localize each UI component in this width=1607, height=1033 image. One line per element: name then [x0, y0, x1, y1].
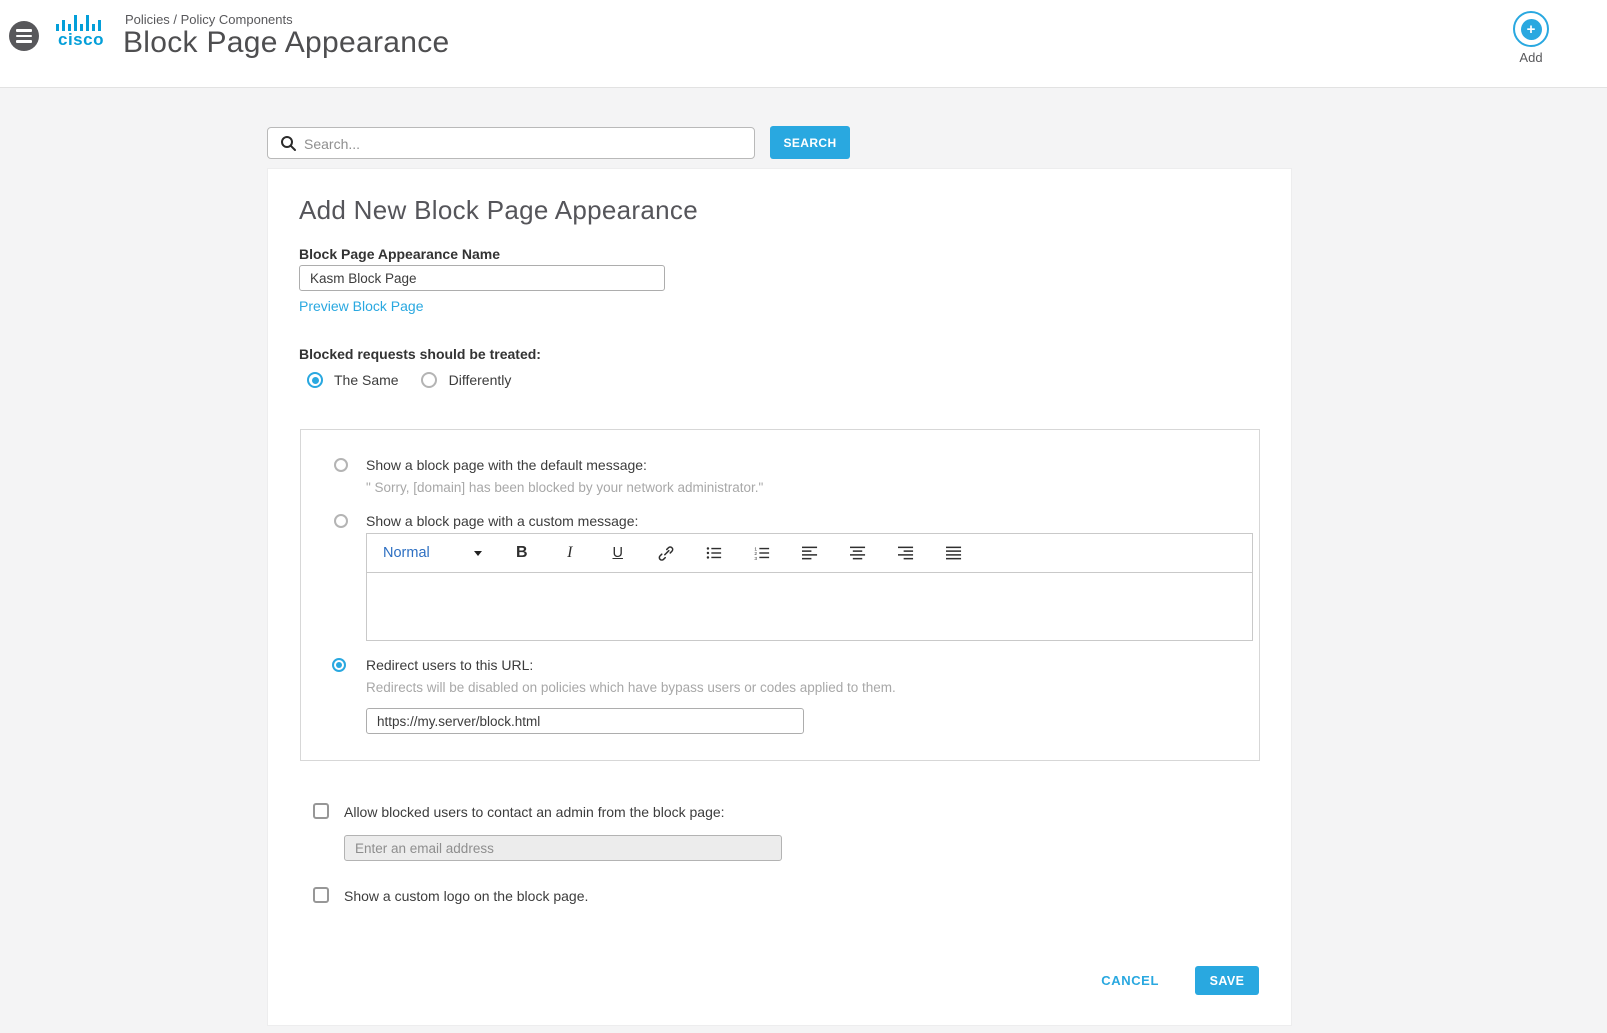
cisco-logo: cisco: [52, 15, 110, 47]
save-button[interactable]: SAVE: [1195, 966, 1259, 995]
cisco-logo-bars-icon: [52, 15, 106, 31]
block-page-name-input[interactable]: [299, 265, 665, 291]
redirect-url-subtext: Redirects will be disabled on policies w…: [366, 680, 896, 695]
search-icon: [280, 135, 297, 152]
search-input[interactable]: [302, 128, 746, 160]
align-left-icon: [802, 545, 818, 561]
custom-message-label[interactable]: Show a block page with a custom message:: [366, 513, 638, 529]
paragraph-style-dropdown[interactable]: Normal: [383, 545, 482, 561]
page-title: Block Page Appearance: [123, 26, 450, 60]
radio-differently-label[interactable]: Differently: [449, 372, 512, 388]
treated-radio-group: The Same Differently: [307, 372, 511, 388]
search-box: [267, 127, 755, 159]
treated-label: Blocked requests should be treated:: [299, 346, 541, 362]
contact-admin-label[interactable]: Allow blocked users to contact an admin …: [344, 804, 725, 820]
add-button-label: Add: [1511, 50, 1551, 65]
ordered-list-icon: 123: [754, 545, 770, 561]
radio-differently[interactable]: [421, 372, 437, 388]
default-message-label[interactable]: Show a block page with the default messa…: [366, 457, 647, 473]
name-field-label: Block Page Appearance Name: [299, 246, 500, 262]
radio-the-same-label[interactable]: The Same: [334, 372, 399, 388]
align-right-icon: [898, 545, 914, 561]
caret-down-icon: [474, 551, 482, 556]
radio-the-same[interactable]: [307, 372, 323, 388]
app-header: cisco Policies / Policy Components Block…: [0, 0, 1607, 88]
cisco-brand-text: cisco: [52, 32, 110, 47]
bold-button[interactable]: B: [514, 543, 530, 563]
add-block-page-card: Add New Block Page Appearance Block Page…: [267, 168, 1292, 1026]
block-action-options-box: Show a block page with the default messa…: [300, 429, 1260, 761]
hamburger-menu-icon[interactable]: [9, 21, 39, 51]
bullet-list-button[interactable]: [706, 543, 722, 563]
contact-admin-checkbox[interactable]: [313, 803, 329, 819]
align-center-button[interactable]: [850, 543, 866, 563]
plus-icon: +: [1521, 19, 1542, 40]
cancel-button[interactable]: CANCEL: [1095, 972, 1165, 989]
bullet-list-icon: [706, 545, 722, 561]
svg-text:3: 3: [754, 556, 757, 561]
justify-icon: [946, 545, 962, 561]
link-button[interactable]: [658, 543, 674, 563]
breadcrumb[interactable]: Policies / Policy Components: [125, 12, 293, 27]
preview-block-page-link[interactable]: Preview Block Page: [299, 298, 424, 314]
italic-button[interactable]: I: [562, 543, 578, 563]
default-message-subtext: " Sorry, [domain] has been blocked by yo…: [366, 480, 763, 495]
card-footer: CANCEL SAVE: [1095, 966, 1259, 995]
redirect-url-input[interactable]: [366, 708, 804, 734]
align-center-icon: [850, 545, 866, 561]
paragraph-style-value: Normal: [383, 545, 430, 561]
add-button[interactable]: + Add: [1511, 11, 1551, 65]
custom-logo-label[interactable]: Show a custom logo on the block page.: [344, 888, 588, 904]
justify-button[interactable]: [946, 543, 962, 563]
radio-redirect-url[interactable]: [332, 658, 346, 672]
custom-message-textarea[interactable]: [367, 573, 1252, 641]
align-left-button[interactable]: [802, 543, 818, 563]
search-button[interactable]: SEARCH: [770, 126, 850, 159]
radio-default-message[interactable]: [334, 458, 348, 472]
link-icon: [658, 545, 674, 562]
add-circle[interactable]: +: [1513, 11, 1549, 47]
block-page-appearance-screen: cisco Policies / Policy Components Block…: [0, 0, 1607, 1033]
align-right-button[interactable]: [898, 543, 914, 563]
ordered-list-button[interactable]: 123: [754, 543, 770, 563]
redirect-url-label[interactable]: Redirect users to this URL:: [366, 657, 533, 673]
card-title: Add New Block Page Appearance: [299, 195, 698, 226]
editor-toolbar: Normal B I U: [367, 534, 1252, 573]
radio-custom-message[interactable]: [334, 514, 348, 528]
admin-email-input[interactable]: [344, 835, 782, 861]
custom-message-editor: Normal B I U: [366, 533, 1253, 641]
custom-logo-checkbox[interactable]: [313, 887, 329, 903]
underline-button[interactable]: U: [610, 543, 626, 563]
